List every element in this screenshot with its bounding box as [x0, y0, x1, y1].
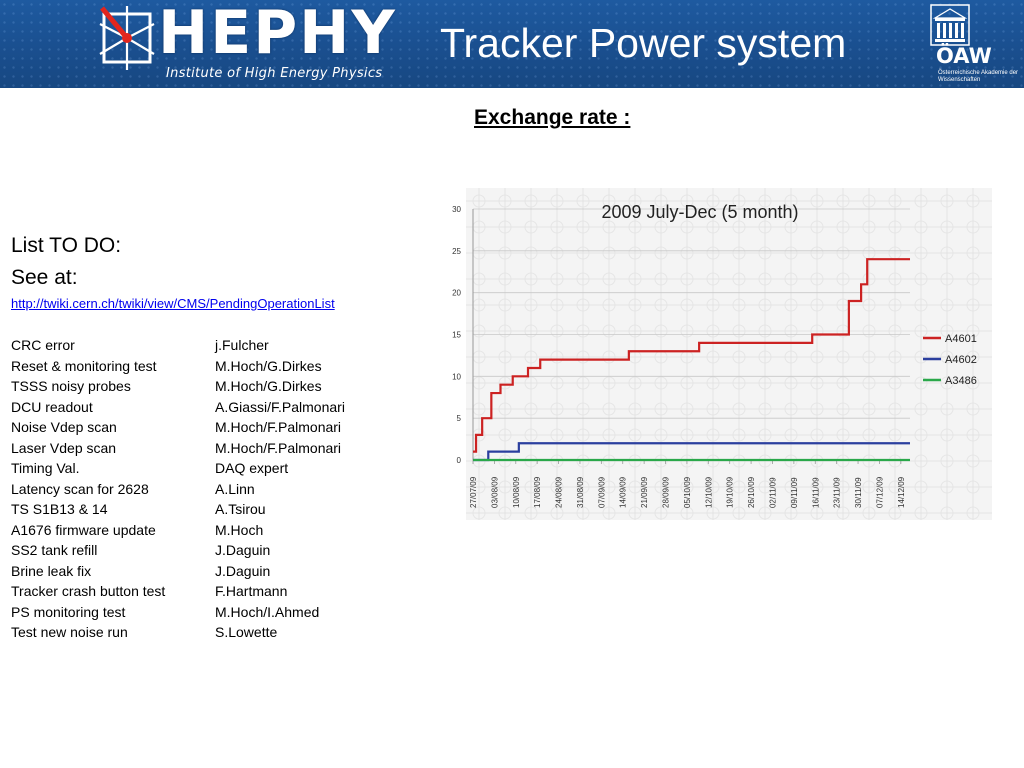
todo-owner: M.Hoch/I.Ahmed [215, 603, 320, 620]
todo-task: Tracker crash button test [11, 583, 166, 599]
todo-task: Test new noise run [11, 624, 128, 640]
legend-label: A3486 [945, 375, 977, 387]
x-tick-label: 21/09/09 [640, 476, 649, 508]
institute-name: Institute of High Energy Physics [166, 66, 383, 81]
y-tick-label: 0 [457, 456, 462, 465]
exchange-rate-chart: 0 5 10 15 20 25 30 27/07/09 03/08/09 10/08/09 17/0… [440, 188, 992, 520]
chart-background [466, 188, 992, 520]
todo-task: Reset & monitoring test [11, 357, 157, 374]
todo-task: TS S1B13 & 14 [11, 501, 108, 517]
header-banner: HEPHY Institute of High Energy Physics T… [0, 0, 1024, 88]
y-tick-label: 10 [452, 372, 461, 381]
todo-task: CRC error [11, 337, 75, 353]
y-tick-label: 25 [452, 247, 461, 256]
oaw-logo: ÖAW Österreichische Akademie der Wissens… [926, 2, 1022, 86]
todo-task: Timing Val. [11, 460, 80, 476]
todo-owner: A.Tsirou [215, 501, 266, 517]
todo-owner: A.Linn [215, 480, 255, 497]
y-tick-label: 20 [452, 289, 461, 298]
todo-owner: M.Hoch/F.Palmonari [215, 439, 342, 456]
todo-task: SS2 tank refill [11, 542, 98, 558]
x-tick-label: 02/11/09 [768, 477, 777, 508]
todo-owner: M.Hoch/G.Dirkes [215, 378, 322, 394]
y-tick-label: 15 [452, 331, 461, 340]
x-tick-label: 07/12/09 [875, 476, 884, 508]
x-tick-label: 14/12/09 [897, 476, 906, 508]
todo-owner: j.Fulcher [215, 337, 269, 353]
see-at-label: See at: [11, 266, 78, 289]
y-tick-label: 5 [457, 414, 462, 423]
x-tick-label: 24/08/09 [555, 476, 564, 508]
todo-owner: M.Hoch/G.Dirkes [215, 357, 322, 374]
x-tick-label: 26/10/09 [747, 476, 756, 508]
x-tick-label: 03/08/09 [490, 476, 499, 508]
todo-task: Noise Vdep scan [11, 419, 117, 435]
todo-owner: A.Giassi/F.Palmonari [215, 398, 345, 415]
exchange-rate-title: Exchange rate : [474, 106, 631, 129]
x-tick-label: 28/09/09 [662, 476, 671, 508]
x-tick-label: 27/07/09 [469, 476, 478, 508]
page-title: Tracker Power system [440, 20, 847, 66]
todo-task: Laser Vdep scan [11, 439, 117, 456]
logo-wordmark: HEPHY [158, 0, 397, 68]
todo-task: Latency scan for 2628 [11, 480, 149, 497]
academy-building-icon [930, 4, 970, 46]
legend-label: A4601 [945, 333, 977, 345]
todo-task: Brine leak fix [11, 562, 92, 579]
x-tick-label: 05/10/09 [683, 476, 692, 508]
oaw-wordmark: ÖAW [936, 44, 992, 68]
particle-burst-icon [99, 6, 155, 70]
chart-svg: 0 5 10 15 20 25 30 27/07/09 03/08/09 10/08/09 17/0… [452, 188, 992, 520]
oaw-subtitle: Österreichische Akademie der Wissenschaf… [938, 70, 1019, 83]
todo-owner: F.Hartmann [215, 583, 288, 599]
x-tick-label: 16/11/09 [811, 477, 820, 508]
x-tick-label: 19/10/09 [726, 476, 735, 508]
todo-owner: S.Lowette [215, 624, 278, 640]
pending-operation-link[interactable]: http://twiki.cern.ch/twiki/view/CMS/Pend… [11, 296, 335, 311]
todo-task: TSSS noisy probes [11, 378, 131, 394]
todo-owner: J.Daguin [215, 562, 271, 579]
todo-task: A1676 firmware update [11, 521, 156, 538]
chart-title: 2009 July-Dec (5 month) [601, 202, 798, 222]
todo-task: DCU readout [11, 398, 93, 415]
legend-label: A4602 [945, 354, 977, 366]
x-tick-label: 30/11/09 [854, 477, 863, 508]
todo-owner: DAQ expert [215, 460, 289, 476]
todo-owner: M.Hoch/F.Palmonari [215, 419, 342, 435]
hephy-logo: HEPHY Institute of High Energy Physics [96, 0, 396, 86]
x-tick-label: 10/08/09 [512, 476, 521, 508]
x-tick-label: 14/09/09 [619, 476, 628, 508]
x-tick-label: 23/11/09 [833, 477, 842, 508]
x-tick-label: 31/08/09 [576, 476, 585, 508]
x-tick-label: 09/11/09 [790, 477, 799, 508]
x-tick-label: 17/08/09 [533, 476, 542, 508]
y-tick-label: 30 [452, 205, 461, 214]
todo-task: PS monitoring test [11, 603, 126, 620]
todo-owner: M.Hoch [215, 521, 264, 538]
x-tick-label: 12/10/09 [704, 476, 713, 508]
todo-owner: J.Daguin [215, 542, 271, 558]
todo-heading: List TO DO: [11, 234, 122, 257]
x-tick-label: 07/09/09 [597, 476, 606, 508]
